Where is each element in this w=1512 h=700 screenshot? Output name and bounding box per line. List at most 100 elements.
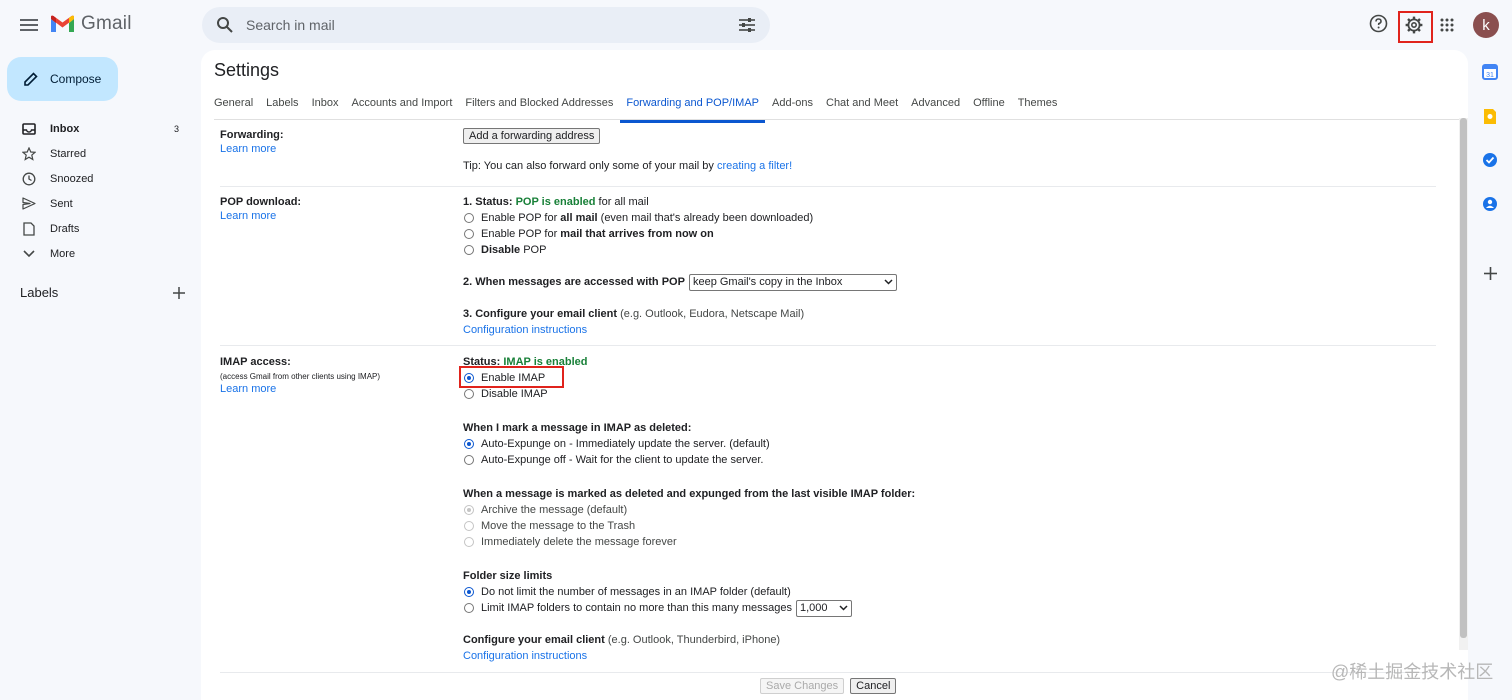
option-text: POP	[520, 244, 547, 256]
create-filter-link[interactable]: creating a filter!	[717, 158, 792, 174]
trash-option: Move the message to the Trash	[463, 518, 915, 534]
sidebar-item-label: Snoozed	[50, 172, 94, 185]
expunge-off-radio[interactable]	[464, 455, 474, 465]
no-limit-option[interactable]: Do not limit the number of messages in a…	[463, 584, 915, 600]
forwarding-label: Forwarding:	[220, 129, 284, 141]
pop-all-mail-radio[interactable]	[464, 213, 474, 223]
compose-button[interactable]: Compose	[7, 57, 118, 101]
imap-disable-option[interactable]: Disable IMAP	[463, 386, 915, 402]
forwarding-learn-more-link[interactable]: Learn more	[220, 143, 284, 155]
save-changes-button[interactable]: Save Changes	[760, 678, 845, 694]
limit-radio[interactable]	[464, 603, 474, 613]
expunge-off-option[interactable]: Auto-Expunge off - Wait for the client t…	[463, 452, 915, 468]
folder-limit-select[interactable]: 1,000	[796, 599, 852, 617]
cancel-button[interactable]: Cancel	[850, 678, 897, 694]
help-icon[interactable]	[1369, 14, 1388, 33]
search-options-icon[interactable]	[738, 17, 756, 33]
apps-grid-icon[interactable]	[1440, 18, 1454, 32]
pop-access-row: 2. When messages are accessed with POP k…	[463, 273, 897, 291]
expunge-on-radio[interactable]	[464, 439, 474, 449]
search-icon[interactable]	[216, 16, 234, 34]
pop-configuration-instructions-link[interactable]: Configuration instructions	[463, 322, 587, 338]
pop-from-now-radio[interactable]	[464, 229, 474, 239]
no-limit-radio[interactable]	[464, 587, 474, 597]
keep-icon[interactable]	[1482, 108, 1498, 125]
clock-icon	[22, 172, 36, 186]
section-divider	[220, 186, 1436, 187]
sidebar-item-inbox[interactable]: Inbox 3	[0, 116, 195, 141]
svg-text:31: 31	[1486, 72, 1494, 79]
pop-configure-title: 3. Configure your email client	[463, 308, 618, 320]
option-bold-text: mail that arrives from now on	[560, 228, 714, 240]
limit-option[interactable]: Limit IMAP folders to contain no more th…	[463, 599, 915, 617]
star-icon	[22, 146, 36, 161]
disable-imap-radio[interactable]	[464, 389, 474, 399]
pop-learn-more-link[interactable]: Learn more	[220, 210, 301, 222]
pop-status: 1. Status: POP is enabled for all mail	[463, 194, 897, 210]
pop-option-all-mail[interactable]: Enable POP for all mail (even mail that'…	[463, 210, 897, 226]
sidebar-item-snoozed[interactable]: Snoozed	[0, 166, 195, 191]
expunge-on-option[interactable]: Auto-Expunge on - Immediately update the…	[463, 436, 915, 452]
imap-enable-option[interactable]: Enable IMAP	[463, 370, 915, 386]
pop-status-prefix: 1. Status:	[463, 196, 516, 208]
settings-scrollbar[interactable]	[1459, 118, 1468, 650]
search-bar[interactable]	[202, 7, 770, 43]
tasks-icon[interactable]	[1482, 152, 1498, 168]
archive-label: Archive the message (default)	[481, 504, 628, 516]
trash-label: Move the message to the Trash	[481, 520, 636, 532]
imap-learn-more-link[interactable]: Learn more	[220, 383, 380, 395]
labels-header: Labels	[20, 285, 185, 300]
sidebar-item-more[interactable]: More	[0, 241, 195, 266]
chevron-down-icon	[884, 279, 893, 285]
add-label-icon[interactable]	[173, 286, 185, 299]
pop-configure-row: 3. Configure your email client (e.g. Out…	[463, 306, 897, 322]
sidebar-item-drafts[interactable]: Drafts	[0, 216, 195, 241]
section-divider	[220, 672, 1436, 673]
settings-panel: Settings General Labels Inbox Accounts a…	[201, 50, 1468, 700]
trash-radio	[464, 521, 474, 531]
chevron-down-icon	[22, 247, 36, 261]
search-input[interactable]	[246, 15, 716, 35]
delete-forever-option: Immediately delete the message forever	[463, 534, 915, 550]
pop-status-suffix: for all mail	[595, 196, 649, 208]
option-bold-text: Disable	[481, 244, 521, 256]
delete-forever-label: Immediately delete the message forever	[481, 536, 677, 548]
forwarding-tip-text: Tip: You can also forward only some of y…	[463, 160, 717, 172]
option-bold-text: all mail	[560, 212, 598, 224]
contacts-icon[interactable]	[1482, 196, 1498, 212]
forwarding-content: Add a forwarding address Tip: You can al…	[463, 128, 792, 174]
main-menu-button[interactable]	[20, 16, 38, 34]
form-actions: Save Changes Cancel	[760, 678, 897, 694]
scroll-thumb[interactable]	[1460, 118, 1467, 638]
draft-icon	[22, 221, 36, 236]
pop-option-disable[interactable]: Disable POP	[463, 242, 897, 258]
add-addon-icon[interactable]	[1484, 267, 1497, 280]
pop-config-link-row: Configuration instructions	[463, 322, 897, 338]
no-limit-label: Do not limit the number of messages in a…	[481, 586, 791, 598]
enable-imap-radio[interactable]	[464, 373, 474, 383]
pop-access-select[interactable]: keep Gmail's copy in the Inbox	[688, 273, 897, 291]
sidebar-item-label: Inbox	[50, 122, 80, 135]
pop-access-question: 2. When messages are accessed with POP	[463, 276, 685, 288]
sidebar-item-starred[interactable]: Starred	[0, 141, 195, 166]
folder-size-title: Folder size limits	[463, 570, 553, 582]
forwarding-section-label: Forwarding: Learn more	[220, 129, 284, 155]
forwarding-tip: Tip: You can also forward only some of y…	[463, 158, 792, 174]
inbox-icon	[22, 122, 36, 136]
imap-configure-title: Configure your email client	[463, 634, 605, 646]
settings-highlight-box	[1398, 11, 1433, 43]
sidebar-item-sent[interactable]: Sent	[0, 191, 195, 216]
add-forwarding-address-button[interactable]: Add a forwarding address	[463, 128, 601, 144]
pop-label: POP download:	[220, 196, 302, 208]
imap-status-value: IMAP is enabled	[503, 356, 588, 368]
avatar[interactable]: k	[1473, 12, 1499, 38]
expunge-off-label: Auto-Expunge off - Wait for the client t…	[481, 454, 764, 466]
sidebar-item-label: More	[50, 247, 76, 260]
pop-option-from-now-on[interactable]: Enable POP for mail that arrives from no…	[463, 226, 897, 242]
pop-section-label: POP download: Learn more	[220, 196, 301, 222]
expunge-on-label: Auto-Expunge on - Immediately update the…	[481, 438, 770, 450]
pop-disable-radio[interactable]	[464, 245, 474, 255]
imap-configuration-instructions-link[interactable]: Configuration instructions	[463, 648, 587, 664]
gmail-logo[interactable]: Gmail	[50, 13, 132, 35]
calendar-icon[interactable]: 31	[1482, 64, 1498, 80]
